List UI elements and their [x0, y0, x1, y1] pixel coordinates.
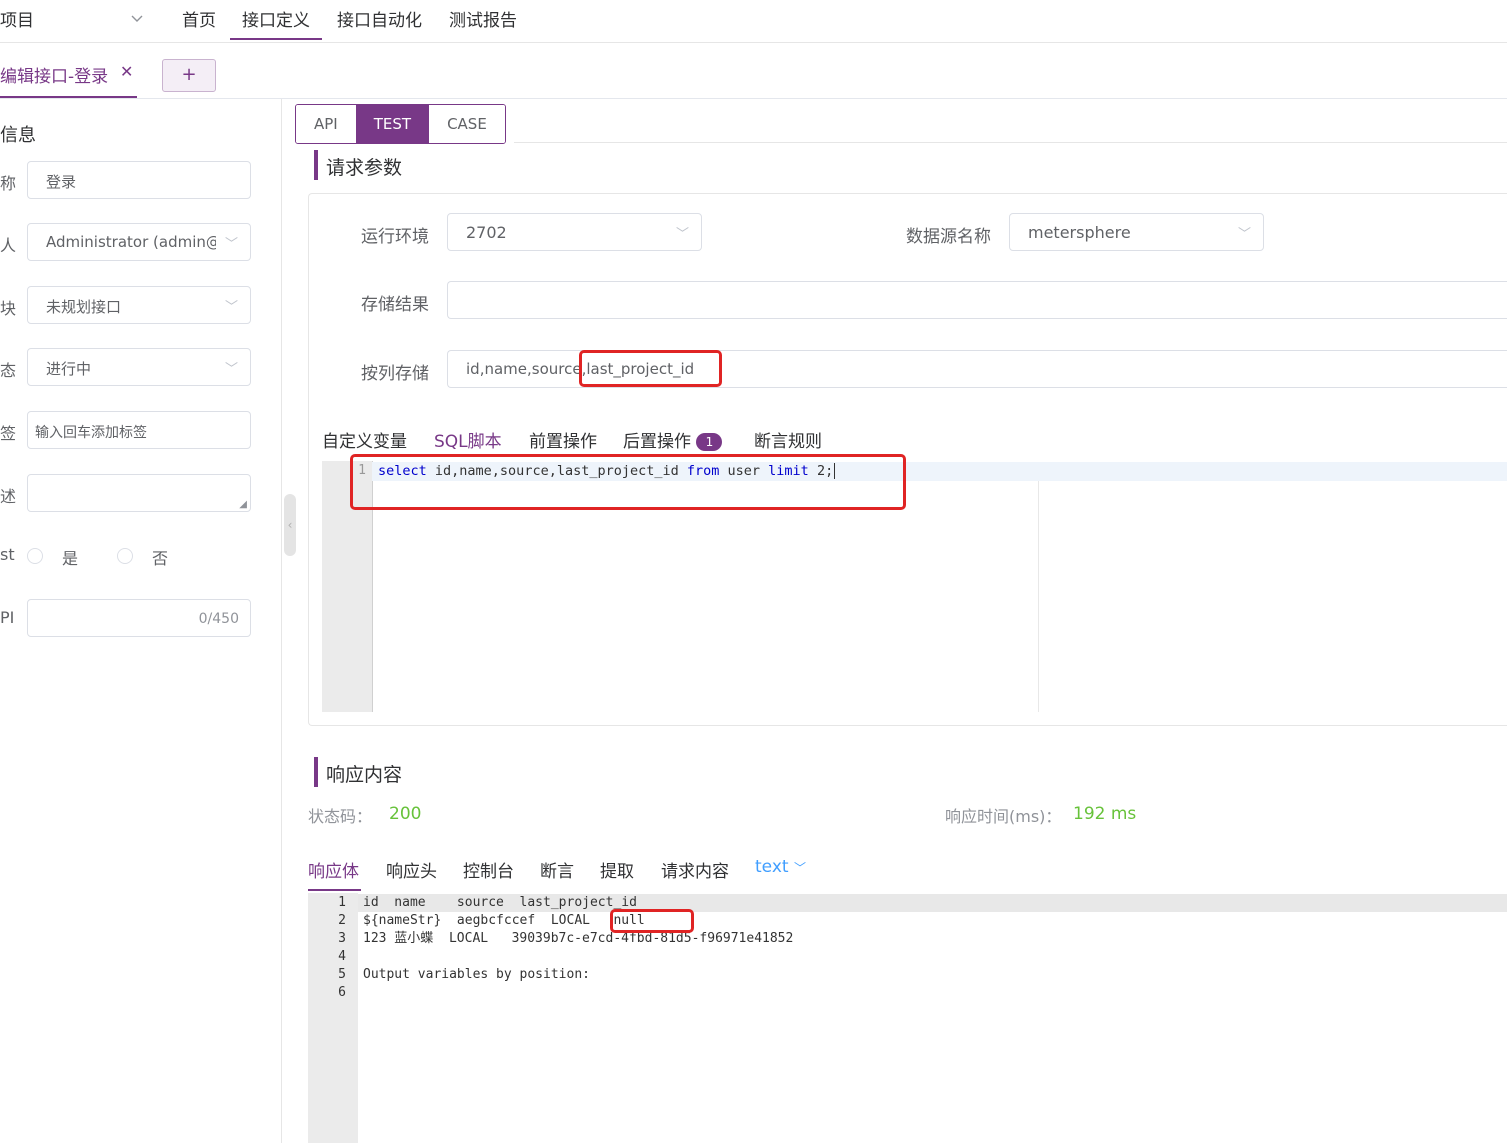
radio-no-label: 否: [152, 549, 169, 568]
response-time-value: 192 ms: [1073, 804, 1137, 824]
tab-extract[interactable]: 提取: [600, 857, 634, 882]
response-title: 响应内容: [326, 764, 403, 786]
chevron-down-icon: ﹀: [1237, 227, 1251, 242]
datasource-label: 数据源名称: [906, 227, 991, 247]
name-input[interactable]: 登录: [27, 161, 251, 199]
response-line: 4: [338, 949, 346, 964]
close-icon[interactable]: ✕: [120, 62, 133, 81]
editor-tabbar: [0, 43, 1507, 99]
response-line: 1 id name source last_project_id: [338, 895, 637, 910]
nav-api-automation[interactable]: 接口自动化: [337, 6, 422, 31]
highlight-box: [350, 454, 906, 510]
response-time-label: 响应时间(ms)：: [945, 807, 1062, 826]
tab-post-processor[interactable]: 后置操作 1: [623, 427, 723, 452]
nav-test-report[interactable]: 测试报告: [449, 6, 517, 31]
tab-assertions[interactable]: 断言规则: [754, 427, 822, 452]
highlight-box: [579, 350, 722, 387]
tab-response-headers[interactable]: 响应头: [386, 857, 437, 882]
tab-api[interactable]: API: [296, 105, 356, 143]
active-tab-indicator: [308, 889, 361, 891]
print-margin: [1038, 481, 1039, 712]
response-line: 6: [338, 985, 346, 1000]
radio-yes-label: 是: [62, 549, 79, 568]
radio-yes[interactable]: [27, 548, 43, 564]
tab-assertions[interactable]: 断言: [540, 857, 574, 882]
divider: [514, 142, 1507, 143]
tag-input[interactable]: 输入回车添加标签: [27, 411, 251, 449]
datasource-select[interactable]: metersphere ﹀: [1009, 213, 1264, 251]
basic-info-title: 信息: [0, 125, 36, 146]
store-result-label: 存储结果: [361, 295, 429, 315]
name-label: 称: [0, 174, 17, 193]
api-label: PI: [0, 608, 15, 627]
status-select[interactable]: 进行中 ﹀: [27, 348, 251, 386]
project-selector[interactable]: 项目: [0, 6, 34, 31]
status-code-value: 200: [389, 804, 422, 824]
highlight-box: [610, 909, 694, 933]
chevron-down-icon: ﹀: [793, 861, 806, 875]
radio-no[interactable]: [117, 548, 133, 564]
column-store-label: 按列存储: [361, 364, 429, 384]
active-tab-indicator: [0, 96, 137, 98]
tab-case[interactable]: CASE: [429, 105, 505, 143]
tab-sql-script[interactable]: SQL脚本: [434, 427, 502, 452]
resize-handle-icon[interactable]: ◢: [239, 499, 247, 510]
tab-pre-processor[interactable]: 前置操作: [529, 427, 597, 452]
collapse-handle[interactable]: ‹: [284, 494, 296, 556]
char-counter: 0/450: [198, 611, 239, 627]
tab-edit-api[interactable]: 编辑接口-登录: [0, 62, 108, 87]
format-select[interactable]: text ﹀: [755, 857, 806, 877]
owner-select[interactable]: Administrator (admin@ ﹀: [27, 223, 251, 261]
request-params-title: 请求参数: [326, 157, 403, 179]
tab-request-content[interactable]: 请求内容: [661, 857, 729, 882]
module-select[interactable]: 未规划接口 ﹀: [27, 286, 251, 324]
section-accent: [314, 150, 318, 180]
env-select[interactable]: 2702 ﹀: [447, 213, 702, 251]
api-path-input[interactable]: 0/450: [27, 599, 251, 637]
owner-label: 人: [0, 236, 17, 255]
radio-label: st: [0, 545, 15, 564]
status-code-label: 状态码：: [308, 807, 373, 826]
module-label: 块: [0, 299, 17, 318]
add-tab-button[interactable]: +: [162, 59, 216, 92]
tab-test[interactable]: TEST: [355, 105, 430, 143]
nav-home[interactable]: 首页: [182, 6, 216, 31]
tab-console[interactable]: 控制台: [463, 857, 514, 882]
chevron-down-icon[interactable]: [130, 4, 144, 38]
top-navbar: 项目 首页 接口定义 接口自动化 测试报告: [0, 0, 1507, 43]
description-textarea[interactable]: ◢: [27, 474, 251, 512]
tab-custom-variables[interactable]: 自定义变量: [322, 427, 407, 452]
response-line: 5 Output variables by position:: [338, 967, 590, 982]
section-accent: [314, 757, 318, 787]
count-badge: 1: [696, 433, 723, 451]
response-line: 3 123 蓝小蝶 LOCAL 39039b7c-e7cd-4fbd-81d5-f…: [338, 931, 794, 946]
chevron-down-icon: ﹀: [224, 237, 238, 252]
store-result-input[interactable]: [447, 281, 1507, 319]
response-line: 2 ${nameStr} aegbcfccef LOCAL null: [338, 913, 645, 928]
tag-label: 签: [0, 424, 17, 443]
nav-api-definition[interactable]: 接口定义: [230, 6, 322, 40]
status-label: 态: [0, 361, 17, 380]
env-label: 运行环境: [361, 227, 429, 247]
mode-tabs: API TEST CASE: [295, 104, 506, 144]
chevron-down-icon: ﹀: [675, 227, 689, 242]
tab-response-body[interactable]: 响应体: [308, 857, 359, 882]
chevron-down-icon: ﹀: [224, 300, 238, 315]
chevron-down-icon: ﹀: [224, 362, 238, 377]
description-label: 述: [0, 487, 17, 506]
